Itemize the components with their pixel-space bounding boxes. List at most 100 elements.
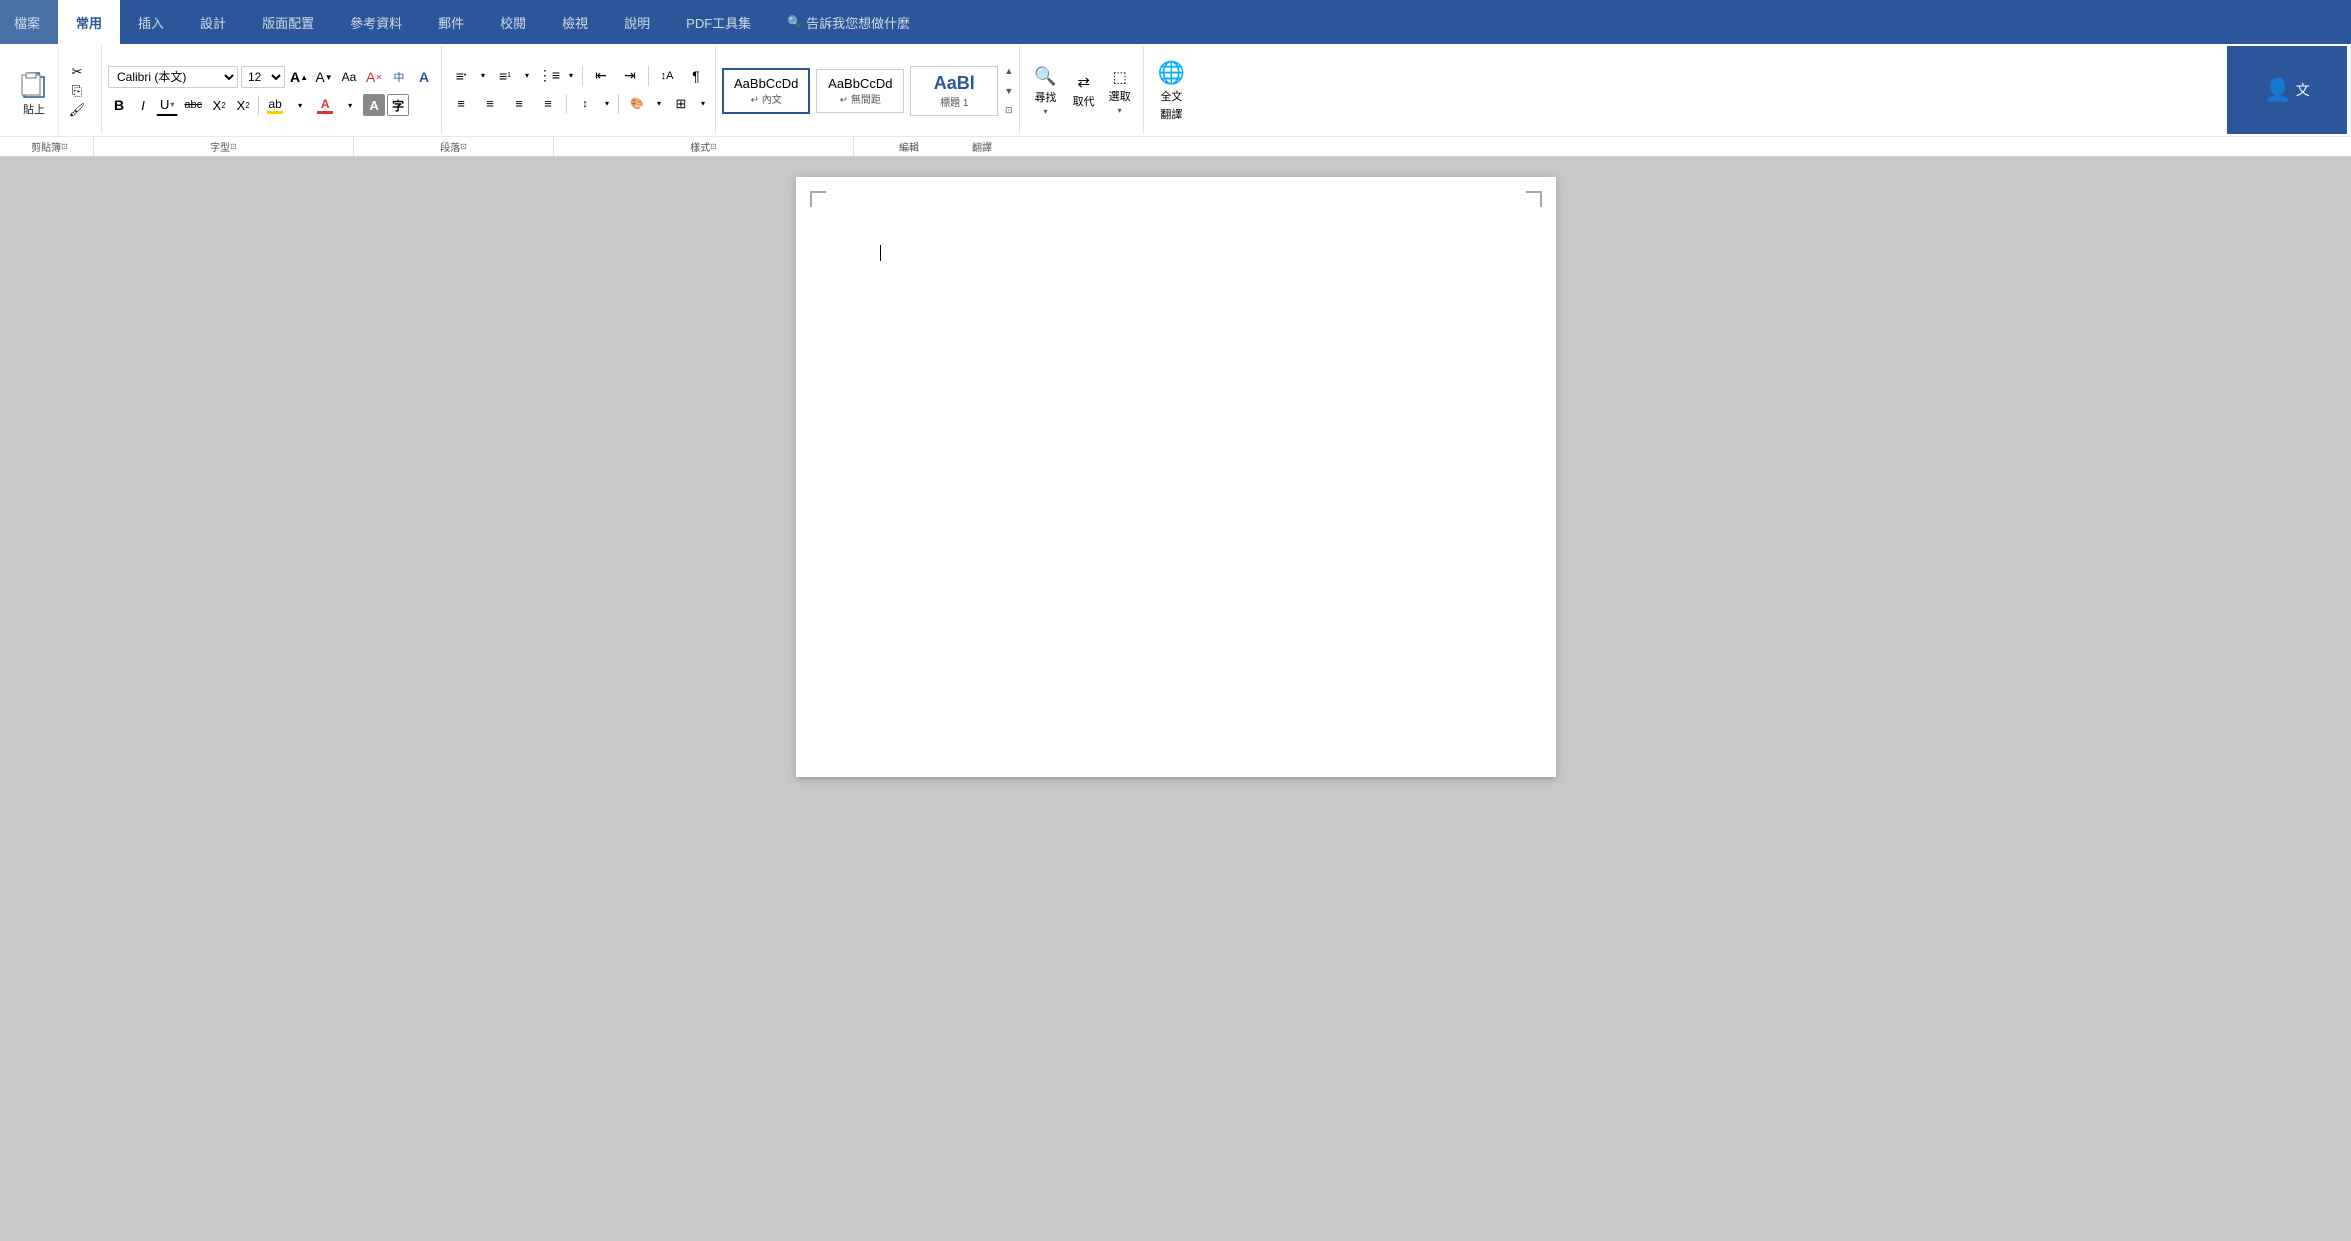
select-button[interactable]: ⬚ 選取 ▾ bbox=[1103, 64, 1137, 119]
underline-button[interactable]: U▾ bbox=[156, 94, 178, 116]
sort-button[interactable]: ↕A bbox=[654, 65, 680, 87]
clipboard-label-section: 剪貼簿 ⊡ bbox=[6, 137, 94, 156]
replace-button[interactable]: ⇄ 取代 bbox=[1067, 69, 1101, 113]
align-right-button[interactable]: ≡ bbox=[506, 93, 532, 115]
show-marks-button[interactable]: ¶ bbox=[683, 65, 709, 87]
tab-view[interactable]: 檢視 bbox=[544, 0, 606, 44]
bullets-button[interactable]: ≡• bbox=[448, 65, 474, 87]
char-border-button[interactable]: 字 bbox=[387, 94, 409, 116]
style-no-space-label: ↵ 無間距 bbox=[827, 91, 893, 106]
italic-button[interactable]: I bbox=[132, 94, 154, 116]
style-normal[interactable]: AaBbCcDd ↵ 內文 bbox=[722, 68, 810, 114]
editing-label: 編輯 bbox=[899, 139, 919, 154]
styles-label: 樣式 bbox=[690, 139, 710, 154]
multilevel-dropdown[interactable]: ▾ bbox=[565, 65, 577, 87]
style-heading1-label: 標題 1 bbox=[921, 94, 987, 109]
line-spacing-button[interactable]: ↕ bbox=[572, 93, 598, 115]
cut-button[interactable]: ✂ bbox=[63, 64, 91, 81]
clear-format-button[interactable]: A✕ bbox=[363, 66, 385, 88]
style-heading1[interactable]: AaBl 標題 1 bbox=[910, 66, 998, 116]
separator3 bbox=[648, 66, 649, 86]
superscript-button[interactable]: X2 bbox=[232, 94, 254, 116]
tab-insert[interactable]: 插入 bbox=[120, 0, 182, 44]
font-color-button[interactable]: A bbox=[313, 94, 337, 116]
font-size-select[interactable]: 12 bbox=[241, 66, 285, 88]
multilevel-button[interactable]: ⋮≡ bbox=[536, 65, 562, 87]
justify-button[interactable]: ≡ bbox=[535, 93, 561, 115]
paste-label: 貼上 bbox=[23, 101, 45, 117]
paragraph-label-section: 段落 ⊡ bbox=[354, 137, 554, 156]
tab-references[interactable]: 參考資料 bbox=[332, 0, 420, 44]
find-button[interactable]: 🔍 尋找 ▾ bbox=[1026, 62, 1064, 120]
translate-label: 全文 bbox=[1160, 88, 1182, 104]
clipboard-label: 剪貼簿 bbox=[31, 139, 61, 154]
copy-button[interactable]: ⎘ bbox=[63, 83, 91, 100]
numbering-dropdown[interactable]: ▾ bbox=[521, 65, 533, 87]
text-highlight-button[interactable]: ab bbox=[263, 94, 287, 116]
font-color-dropdown[interactable]: ▾ bbox=[339, 94, 361, 116]
tab-mailings[interactable]: 郵件 bbox=[420, 0, 482, 44]
style-heading1-text: AaBl bbox=[921, 73, 987, 94]
borders-dropdown[interactable]: ▾ bbox=[697, 93, 709, 115]
left-margin bbox=[636, 177, 796, 777]
ribbon-content: 貼上 ✂ ⎘ 🖌 Calibri (本文) 12 A▲ bbox=[0, 44, 2351, 136]
clipboard-expand-btn[interactable]: ⊡ bbox=[61, 142, 68, 151]
shrink-font-button[interactable]: A▼ bbox=[313, 66, 335, 88]
tab-bar: 檔案 常用 插入 設計 版面配置 參考資料 郵件 校閱 檢視 說明 PDF工具集… bbox=[0, 0, 2351, 44]
character-shading-button[interactable]: A bbox=[363, 94, 385, 116]
ribbon-labels-row: 剪貼簿 ⊡ 字型 ⊡ 段落 ⊡ 樣式 ⊡ 編輯 翻譯 bbox=[0, 136, 2351, 156]
styles-scroll-down[interactable]: ▼ bbox=[1004, 86, 1013, 96]
style-no-space[interactable]: AaBbCcDd ↵ 無間距 bbox=[816, 69, 904, 113]
change-case-button[interactable]: Aa bbox=[338, 66, 360, 88]
styles-scroll[interactable]: ▲ ▼ ⊡ bbox=[1004, 64, 1013, 118]
select-dropdown[interactable]: ▾ bbox=[1118, 106, 1122, 115]
styles-expand[interactable]: ⊡ bbox=[1004, 105, 1013, 116]
font-expand-btn[interactable]: ⊡ bbox=[230, 142, 237, 151]
center-button[interactable]: ≡ bbox=[477, 93, 503, 115]
find-dropdown[interactable]: ▾ bbox=[1043, 107, 1047, 116]
tab-search[interactable]: 🔍 告訴我您想做什麼 bbox=[769, 0, 928, 44]
styles-scroll-up[interactable]: ▲ bbox=[1004, 66, 1013, 76]
paste-button[interactable] bbox=[16, 65, 52, 101]
decrease-indent-button[interactable]: ⇤ bbox=[588, 65, 614, 87]
shading-dropdown[interactable]: ▾ bbox=[653, 93, 665, 115]
tab-help[interactable]: 說明 bbox=[606, 0, 668, 44]
bullets-dropdown[interactable]: ▾ bbox=[477, 65, 489, 87]
style-normal-text: AaBbCcDd bbox=[734, 76, 798, 91]
tab-layout[interactable]: 版面配置 bbox=[244, 0, 332, 44]
tab-file[interactable]: 檔案 bbox=[0, 0, 58, 44]
separator2 bbox=[582, 66, 583, 86]
tab-home[interactable]: 常用 bbox=[58, 0, 120, 44]
replace-label: 取代 bbox=[1073, 93, 1095, 109]
bold-button[interactable]: B bbox=[108, 94, 130, 116]
style-no-space-text: AaBbCcDd bbox=[827, 76, 893, 91]
phonetic-button[interactable]: 中 bbox=[388, 66, 410, 88]
paragraph-label: 段落 bbox=[440, 139, 460, 154]
font-name-select[interactable]: Calibri (本文) bbox=[108, 66, 238, 88]
separator4 bbox=[566, 94, 567, 114]
document-page[interactable] bbox=[796, 177, 1556, 777]
highlight-dropdown[interactable]: ▾ bbox=[289, 94, 311, 116]
align-left-button[interactable]: ≡ bbox=[448, 93, 474, 115]
borders-button[interactable]: ⊞ bbox=[668, 93, 694, 115]
grow-font-button[interactable]: A▲ bbox=[288, 66, 310, 88]
subscript-button[interactable]: X2 bbox=[208, 94, 230, 116]
text-effect-button[interactable]: A bbox=[413, 66, 435, 88]
paragraph-group: ≡• ▾ ≡1 ▾ ⋮≡ ▾ ⇤ ⇥ ↕A ¶ ≡ ≡ ≡ bbox=[442, 46, 716, 134]
strikethrough-button[interactable]: abc bbox=[180, 94, 206, 116]
clipboard-group: 貼上 ✂ ⎘ 🖌 bbox=[4, 46, 102, 134]
tab-pdf[interactable]: PDF工具集 bbox=[668, 0, 769, 44]
replace-icon: ⇄ bbox=[1077, 73, 1090, 91]
line-spacing-dropdown[interactable]: ▾ bbox=[601, 93, 613, 115]
shading-button[interactable]: 🎨 bbox=[624, 93, 650, 115]
format-painter-button[interactable]: 🖌 bbox=[63, 102, 91, 119]
font-group: Calibri (本文) 12 A▲ A▼ Aa A✕ 中 A B I U▾ bbox=[102, 46, 442, 134]
increase-indent-button[interactable]: ⇥ bbox=[617, 65, 643, 87]
tab-review[interactable]: 校閱 bbox=[482, 0, 544, 44]
tab-design[interactable]: 設計 bbox=[182, 0, 244, 44]
styles-expand-btn[interactable]: ⊡ bbox=[710, 142, 717, 151]
translate-button[interactable]: 🌐 全文 翻譯 bbox=[1150, 56, 1193, 126]
numbering-button[interactable]: ≡1 bbox=[492, 65, 518, 87]
font-label-section: 字型 ⊡ bbox=[94, 137, 354, 156]
paragraph-expand-btn[interactable]: ⊡ bbox=[460, 142, 467, 151]
